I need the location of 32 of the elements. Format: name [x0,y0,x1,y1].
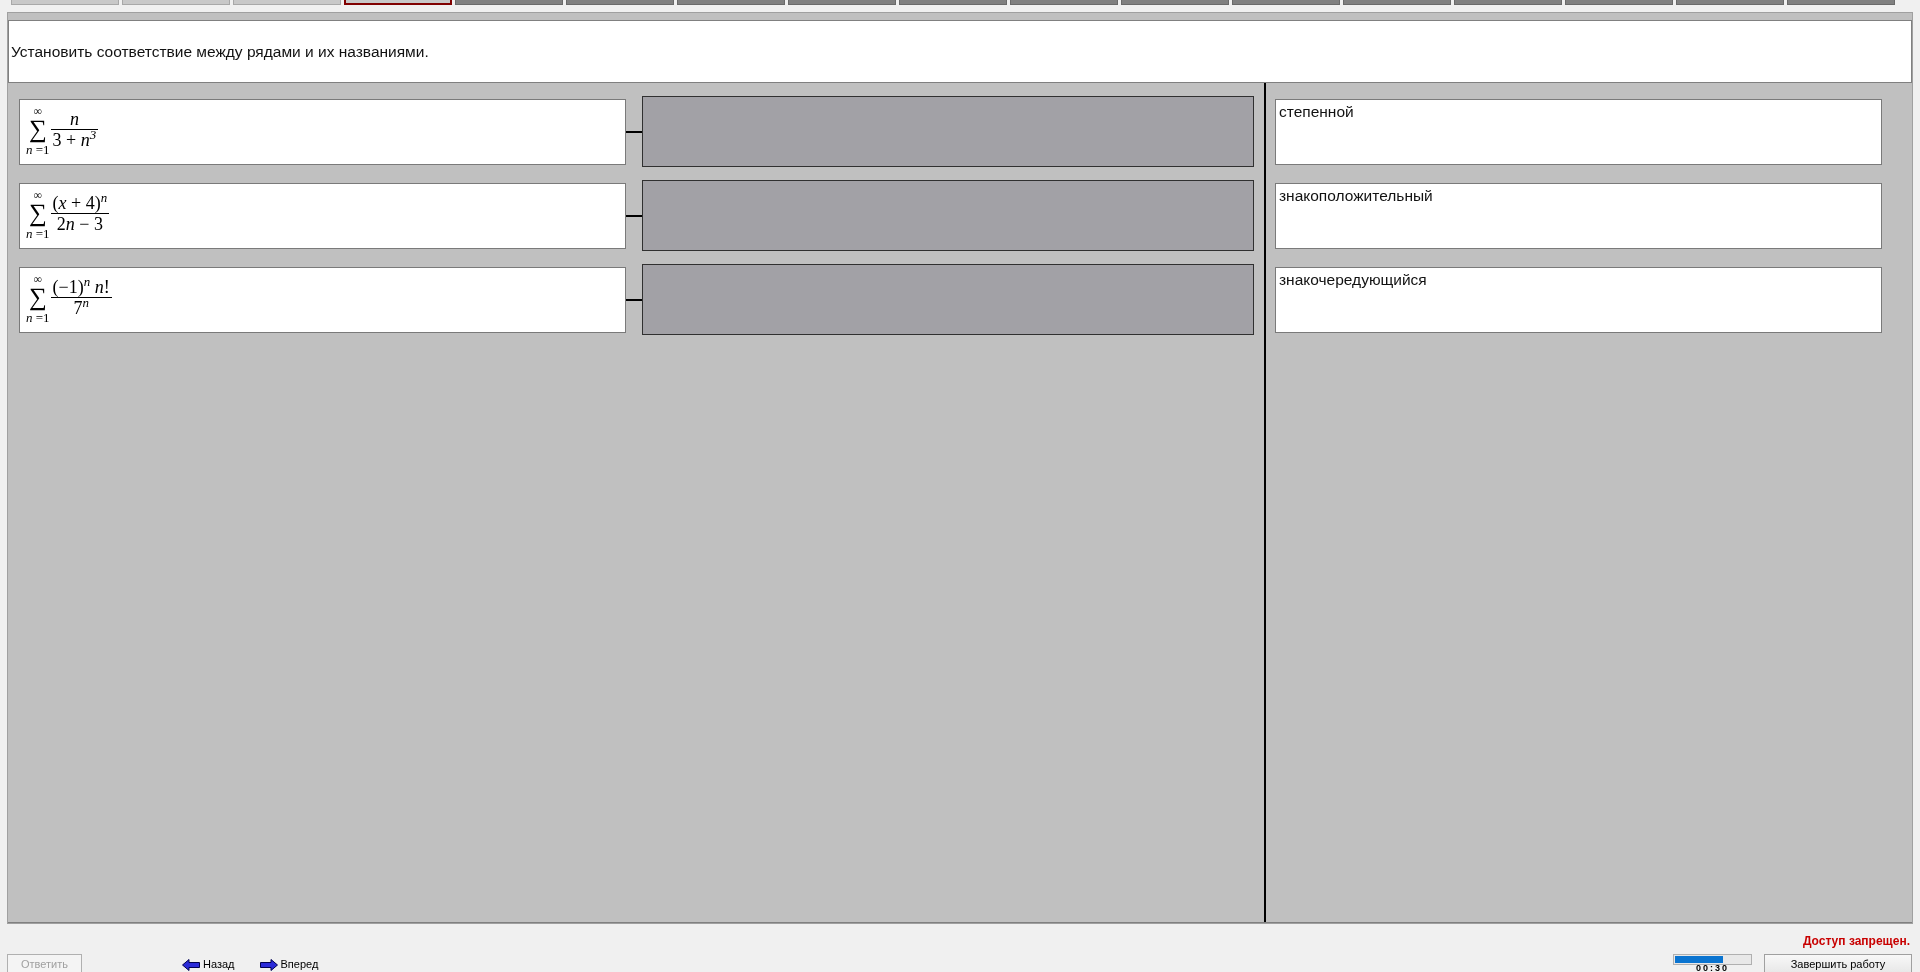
fraction-numerator: (−1)$^{n}$ n! [51,277,111,297]
drop-slot[interactable] [642,264,1254,335]
sum-lower-limit: n =1 [26,142,50,157]
connector-line [626,214,642,217]
fraction-denominator: 2n − 3 [55,214,104,234]
answer-option[interactable]: знакочередующийся [1275,266,1882,333]
question-text: Установить соответствие между рядами и их названиями. [11,42,429,61]
sum-upper-limit: ∞ [33,190,43,201]
sum-lower-limit: n =1 [26,310,50,325]
right-arrow-icon [259,958,278,971]
back-link[interactable]: Назад [182,958,235,971]
status-message: Доступ запрещен. [1802,934,1910,948]
forward-link[interactable]: Вперед [259,958,319,971]
fraction-denominator: 3 + n$^{3}$ [51,130,98,150]
question-tab[interactable] [344,0,452,5]
answer-option[interactable]: степенной [1275,98,1882,165]
fraction-numerator: (x + 4)$^{n}$ [51,193,109,213]
sum-upper-limit: ∞ [33,274,43,285]
forward-link-label: Вперед [280,958,319,971]
finish-button[interactable]: Завершить работу [1764,954,1912,972]
sum-upper-limit: ∞ [33,106,43,117]
answer-option[interactable]: знакоположительный [1275,182,1882,249]
left-arrow-icon [182,958,200,971]
back-link-label: Назад [203,958,235,971]
connector-line [626,298,642,301]
drop-slot[interactable] [642,96,1254,167]
fraction-numerator: n [68,109,80,129]
fraction-denominator: 7$^{n}$ [73,298,90,318]
sum-lower-limit: n =1 [26,226,50,241]
timer-reading: 00:30 [1696,965,1729,972]
drop-slot[interactable] [642,180,1254,251]
connector-line [626,130,642,133]
